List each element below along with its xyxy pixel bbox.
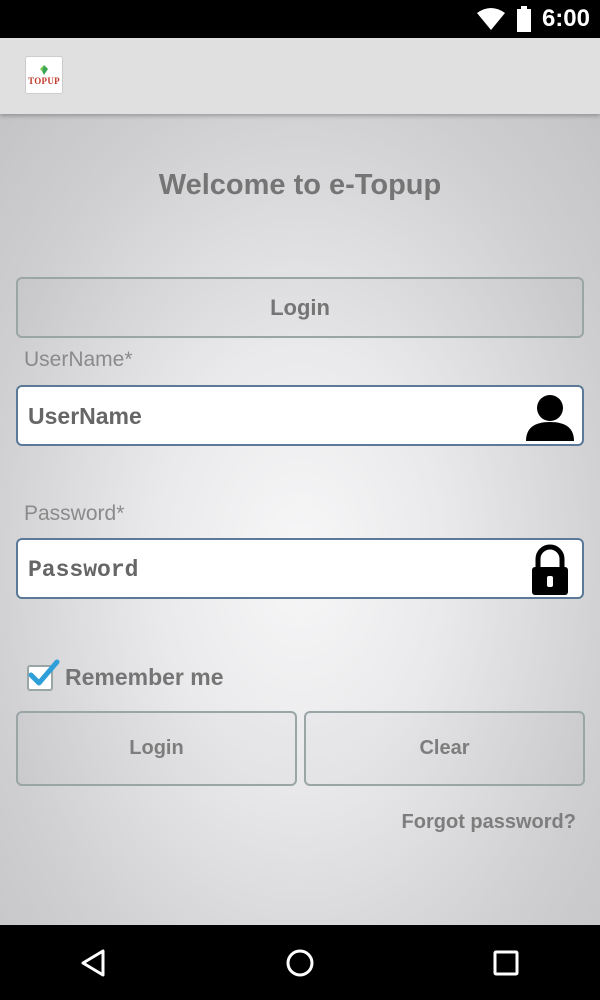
password-label: Password*: [24, 502, 125, 525]
battery-icon: [516, 6, 531, 32]
status-bar: 6:00: [0, 0, 600, 38]
recents-icon[interactable]: [488, 945, 524, 981]
password-field-box: [16, 538, 584, 599]
login-screen: Welcome to e-Topup Login UserName* Passw…: [0, 114, 600, 925]
remember-me-row[interactable]: Remember me: [27, 659, 224, 691]
app-bar: TOPUP: [0, 38, 600, 114]
login-button[interactable]: Login: [16, 711, 297, 786]
back-icon[interactable]: [76, 945, 112, 981]
remember-me-label: Remember me: [65, 664, 224, 690]
app-logo: TOPUP: [25, 56, 63, 94]
page-title: Welcome to e-Topup: [158, 169, 442, 201]
logo-text: TOPUP: [28, 76, 60, 86]
leaf-logo-icon: [40, 65, 48, 75]
navigation-bar: [0, 925, 600, 1000]
remember-me-checkbox[interactable]: [27, 659, 60, 691]
forgot-password-link[interactable]: Forgot password?: [402, 811, 576, 834]
username-input[interactable]: [26, 387, 520, 446]
lock-icon: [532, 544, 568, 595]
user-icon: [526, 395, 574, 441]
wifi-icon: [476, 8, 505, 30]
login-header-button[interactable]: Login: [16, 277, 584, 338]
checkmark-icon: [28, 659, 60, 685]
username-label: UserName*: [24, 348, 133, 371]
status-time: 6:00: [541, 5, 590, 32]
home-icon[interactable]: [282, 945, 318, 981]
status-icons: 6:00: [476, 0, 590, 38]
clear-button[interactable]: Clear: [304, 711, 585, 786]
password-input[interactable]: [26, 540, 520, 599]
username-field-box: [16, 385, 584, 446]
